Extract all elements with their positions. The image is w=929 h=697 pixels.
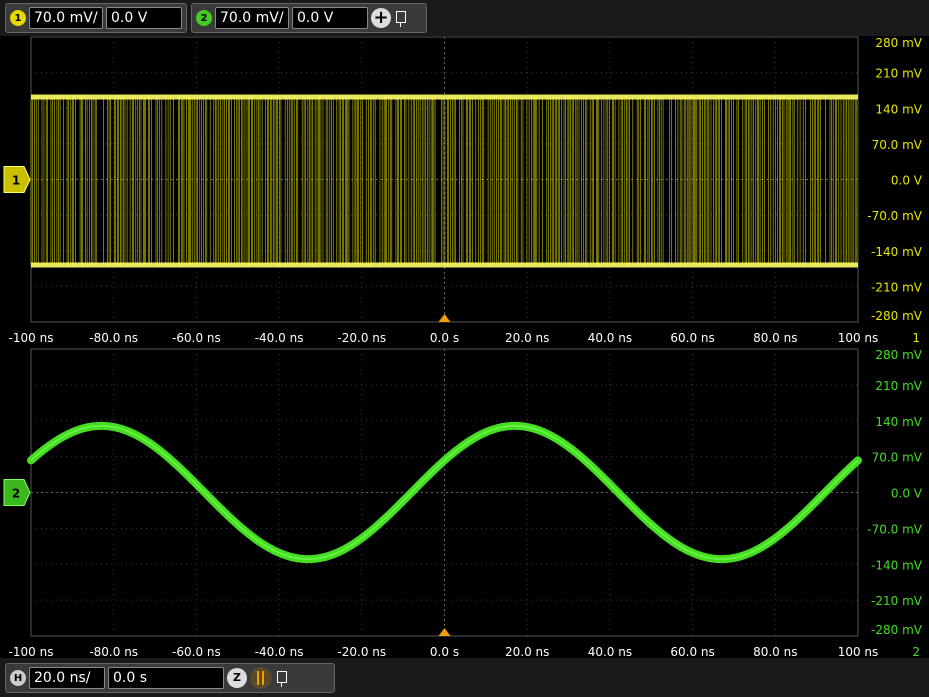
ch2-scale-field[interactable]: 70.0 mV/: [215, 7, 289, 29]
x-tick-label: -20.0 ns: [337, 331, 386, 345]
pin-icon[interactable]: [275, 669, 289, 687]
y-tick-label: 70.0 mV: [872, 138, 923, 152]
waveform-panel-1[interactable]: -100 ns -80.0 ns -60.0 ns -40.0 ns -20.0 ns 0…: [3, 36, 923, 345]
x-tick-label: 40.0 ns: [588, 331, 632, 345]
x-tick-label: -60.0 ns: [172, 331, 221, 345]
y-tick-label: -140 mV: [871, 558, 923, 572]
y-tick-label: -140 mV: [871, 245, 923, 259]
pin-icon[interactable]: [394, 9, 408, 27]
x-tick-label: -40.0 ns: [255, 645, 304, 659]
y-tick-label: 280 mV: [875, 36, 922, 50]
horizontal-settings-group[interactable]: H 20.0 ns/ 0.0 s Z: [5, 663, 335, 693]
x-tick-label: -80.0 ns: [89, 331, 138, 345]
plot-frame: [30, 36, 859, 323]
x-tick-label: 20.0 ns: [505, 645, 549, 659]
x-tick-label: 20.0 ns: [505, 331, 549, 345]
ground-marker-label: 2: [12, 487, 20, 501]
x-tick-label: 0.0 s: [430, 645, 459, 659]
x-tick-label: 60.0 ns: [670, 645, 714, 659]
x-tick-label: 100 ns: [838, 331, 879, 345]
y-tick-label: 210 mV: [875, 379, 922, 393]
ch1-offset-field[interactable]: 0.0 V: [106, 7, 182, 29]
x-tick-label: -40.0 ns: [255, 331, 304, 345]
timebase-field[interactable]: 20.0 ns/: [29, 667, 105, 689]
delay-marker-icon[interactable]: [250, 667, 272, 689]
y-tick-label: -280 mV: [871, 309, 923, 323]
y-tick-label: 70.0 mV: [872, 451, 923, 465]
x-tick-label: 40.0 ns: [588, 645, 632, 659]
plot-frame: [30, 348, 859, 637]
x-tick-label: -100 ns: [9, 331, 54, 345]
ch1-scale-field[interactable]: 70.0 mV/: [29, 7, 103, 29]
x-tick-label: -80.0 ns: [89, 645, 138, 659]
x-tick-label: 80.0 ns: [753, 331, 797, 345]
x-tick-label: -20.0 ns: [337, 645, 386, 659]
y-tick-label: -70.0 mV: [867, 209, 923, 223]
ground-marker-label: 1: [12, 174, 20, 188]
y-tick-label: 0.0 V: [891, 487, 923, 501]
ch2-offset-field[interactable]: 0.0 V: [292, 7, 368, 29]
y-tick-label: 280 mV: [875, 348, 922, 362]
y-tick-label: 140 mV: [875, 102, 922, 116]
y-tick-label: -210 mV: [871, 280, 923, 294]
x-tick-label: 100 ns: [838, 645, 879, 659]
waveform-panel-2[interactable]: -100 ns -80.0 ns -60.0 ns -40.0 ns -20.0 ns 0…: [3, 348, 923, 659]
y-tick-label: -70.0 mV: [867, 522, 923, 536]
top-toolbar: 1 70.0 mV/ 0.0 V 2 70.0 mV/ 0.0 V +: [0, 0, 929, 36]
y-tick-label: 140 mV: [875, 415, 922, 429]
x-tick-label: 0.0 s: [430, 331, 459, 345]
oscilloscope-display: -100 ns -80.0 ns -60.0 ns -40.0 ns -20.0 ns 0…: [3, 36, 923, 659]
y-tick-label: 210 mV: [875, 67, 922, 81]
horizontal-badge[interactable]: H: [10, 670, 26, 686]
ch1-settings-group[interactable]: 1 70.0 mV/ 0.0 V: [5, 3, 187, 33]
plus-icon[interactable]: +: [371, 8, 391, 28]
x-tick-label: -100 ns: [9, 645, 54, 659]
horizontal-position-field[interactable]: 0.0 s: [108, 667, 224, 689]
panel-number-label: 1: [912, 331, 920, 345]
y-tick-label: 0.0 V: [891, 174, 923, 188]
x-tick-label: -60.0 ns: [172, 645, 221, 659]
y-tick-label: -280 mV: [871, 623, 923, 637]
panel-number-label: 2: [912, 645, 920, 659]
ch1-badge[interactable]: 1: [10, 10, 26, 26]
x-tick-label: 80.0 ns: [753, 645, 797, 659]
y-tick-label: -210 mV: [871, 594, 923, 608]
ch2-badge[interactable]: 2: [196, 10, 212, 26]
bottom-toolbar: H 20.0 ns/ 0.0 s Z: [0, 658, 929, 697]
x-tick-label: 60.0 ns: [670, 331, 714, 345]
zoom-icon[interactable]: Z: [227, 668, 247, 688]
ch2-settings-group[interactable]: 2 70.0 mV/ 0.0 V +: [191, 3, 427, 33]
